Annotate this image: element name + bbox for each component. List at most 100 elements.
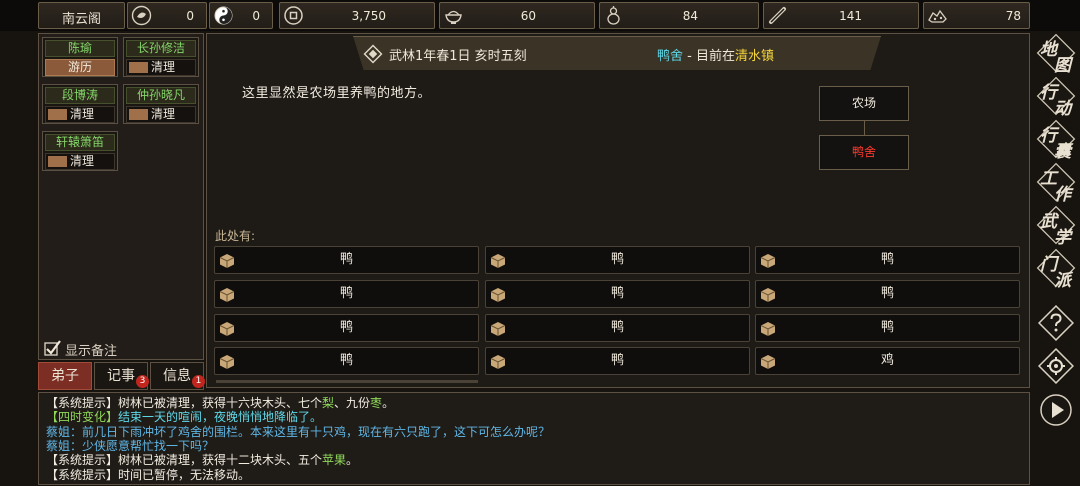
resource-wine[interactable]: 84 xyxy=(599,2,759,29)
town-name: 清水镇 xyxy=(734,49,774,64)
resource-food[interactable]: 60 xyxy=(439,2,595,29)
entity-item[interactable]: 鸭 xyxy=(485,280,750,308)
disciple-task: 清理 xyxy=(126,106,196,123)
checkbox-checked-icon[interactable] xyxy=(44,340,61,357)
tab-label: 记事 xyxy=(107,368,135,384)
task-color-swatch xyxy=(129,62,148,73)
resource-wood[interactable]: 141 xyxy=(763,2,919,29)
log-segment: 【系统提示】时间已暂停，无法移动。 xyxy=(46,467,251,482)
tab-label: 弟子 xyxy=(51,368,79,384)
entity-name: 鸭 xyxy=(610,353,624,368)
entity-name: 鸭 xyxy=(610,320,624,335)
entity-name: 鸭 xyxy=(880,320,894,335)
entity-name: 鸭 xyxy=(339,252,353,267)
entity-item[interactable]: 鸭 xyxy=(755,280,1020,308)
disciple-card[interactable]: 仲孙晓凡 清理 xyxy=(123,84,199,124)
calendar-diamond-icon xyxy=(363,44,383,64)
disciple-panel xyxy=(38,33,204,360)
scrollbar[interactable] xyxy=(216,380,478,383)
wood-log-icon xyxy=(769,7,786,24)
map-connector xyxy=(864,120,865,135)
play-button[interactable] xyxy=(1038,392,1074,428)
disciple-card[interactable]: 陈瑜 游历 xyxy=(42,37,118,77)
location-description: 这里显然是农场里养鸭的地方。 xyxy=(242,86,432,101)
location-banner: 武林1年春1日 亥时五刻 鸭舍 - 目前在清水镇 xyxy=(353,36,881,70)
entity-item[interactable]: 鸭 xyxy=(485,246,750,274)
disciple-name: 段博涛 xyxy=(45,87,115,104)
menu-char: 作 xyxy=(1054,185,1071,205)
map-node-parent[interactable]: 农场 xyxy=(819,86,909,121)
log-segment: 【四时变化】 xyxy=(46,410,119,425)
play-icon xyxy=(1040,394,1072,426)
entity-item[interactable]: 鸭 xyxy=(214,314,479,342)
disciple-task: 清理 xyxy=(126,59,196,76)
disciple-card[interactable]: 长孙修洁 清理 xyxy=(123,37,199,77)
map-menu-button[interactable]: 地图 xyxy=(1036,33,1076,76)
resource-ore[interactable]: 78 xyxy=(923,2,1030,29)
resource-jade[interactable]: 0 xyxy=(127,2,207,29)
disciple-card[interactable]: 轩辕箫笛 清理 xyxy=(42,131,118,171)
sect-name-button[interactable]: 南云阁 xyxy=(38,2,125,29)
resource-yinyang[interactable]: 0 xyxy=(209,2,273,29)
entity-item[interactable]: 鸭 xyxy=(485,314,750,342)
location-separator: - 目前在 xyxy=(683,49,735,64)
log-segment: 苹果 xyxy=(322,453,347,468)
tab-label: 信息 xyxy=(163,368,191,384)
resource-money[interactable]: 3,750 xyxy=(279,2,435,29)
resource-value: 60 xyxy=(520,9,536,23)
disciple-name: 轩辕箫笛 xyxy=(45,134,115,151)
location-name: 鸭舍 xyxy=(657,49,684,64)
log-segment: 【系统提示】树林已被清理，获得十二块木头、五个 xyxy=(46,453,323,468)
entity-item[interactable]: 鸭 xyxy=(755,314,1020,342)
menu-char: 学 xyxy=(1054,228,1071,248)
here-label: 此处有: xyxy=(215,229,256,243)
top-resource-bar: 南云阁 0 0 3,750 60 84 141 78 xyxy=(0,0,1080,31)
disciple-name: 仲孙晓凡 xyxy=(126,87,196,104)
resource-value: 84 xyxy=(682,9,698,23)
ore-icon xyxy=(928,9,947,23)
menu-char: 派 xyxy=(1054,271,1071,291)
entity-item[interactable]: 鸭 xyxy=(755,246,1020,274)
work-menu-button[interactable]: 工作 xyxy=(1036,162,1076,205)
log-segment: 结束一天的喧闹，夜晚悄悄地降临了。 xyxy=(118,410,323,425)
log-line: 蔡姐：少侠愿意帮忙找一下吗？ xyxy=(46,439,214,453)
entity-item[interactable]: 鸭 xyxy=(214,347,479,375)
rice-bowl-icon xyxy=(445,10,462,24)
action-menu-button[interactable]: 行动 xyxy=(1036,76,1076,119)
resource-value: 3,750 xyxy=(351,9,386,23)
bag-menu-button[interactable]: 行囊 xyxy=(1036,119,1076,162)
martial-menu-button[interactable]: 武学 xyxy=(1036,205,1076,248)
notification-badge: 1 xyxy=(192,375,205,388)
current-location: 鸭舍 - 目前在清水镇 xyxy=(657,45,774,64)
entity-item[interactable]: 鸭 xyxy=(485,347,750,375)
help-button[interactable] xyxy=(1037,304,1075,342)
log-segment: 梨 xyxy=(322,396,335,410)
log-line: 【系统提示】树林已被清理，获得十六块木头、七个梨、九份枣。 xyxy=(46,396,394,410)
gear-icon xyxy=(1037,347,1075,385)
show-notes-label: 显示备注 xyxy=(65,344,118,359)
entity-name: 鸭 xyxy=(880,252,894,267)
show-notes-toggle[interactable]: 显示备注 xyxy=(44,338,144,359)
disciple-task: 清理 xyxy=(45,153,115,170)
help-icon xyxy=(1037,304,1075,342)
entity-name: 鸡 xyxy=(880,353,894,368)
entity-item[interactable]: 鸭 xyxy=(214,280,479,308)
log-segment: 枣 xyxy=(370,396,383,410)
task-color-swatch xyxy=(48,156,67,167)
log-line: 【系统提示】时间已暂停，无法移动。 xyxy=(46,468,250,482)
settings-button[interactable] xyxy=(1037,347,1075,385)
tab-journal[interactable]: 记事 3 xyxy=(94,362,149,390)
entity-item[interactable]: 鸭 xyxy=(214,246,479,274)
task-color-swatch xyxy=(129,109,148,120)
disciple-card[interactable]: 段博涛 清理 xyxy=(42,84,118,124)
sect-menu-button[interactable]: 门派 xyxy=(1036,248,1076,291)
log-segment: 。 xyxy=(382,396,395,410)
map-node-current[interactable]: 鸭舍 xyxy=(819,135,909,170)
log-segment: 【系统提示】树林已被清理，获得十六块木头、七个 xyxy=(46,396,323,410)
task-color-swatch xyxy=(48,109,67,120)
entity-item[interactable]: 鸡 xyxy=(755,347,1020,375)
log-line: 【四时变化】结束一天的喧闹，夜晚悄悄地降临了。 xyxy=(46,410,322,424)
menu-char: 动 xyxy=(1054,99,1071,119)
tab-disciples[interactable]: 弟子 xyxy=(38,362,92,390)
tab-messages[interactable]: 信息 1 xyxy=(150,362,205,390)
